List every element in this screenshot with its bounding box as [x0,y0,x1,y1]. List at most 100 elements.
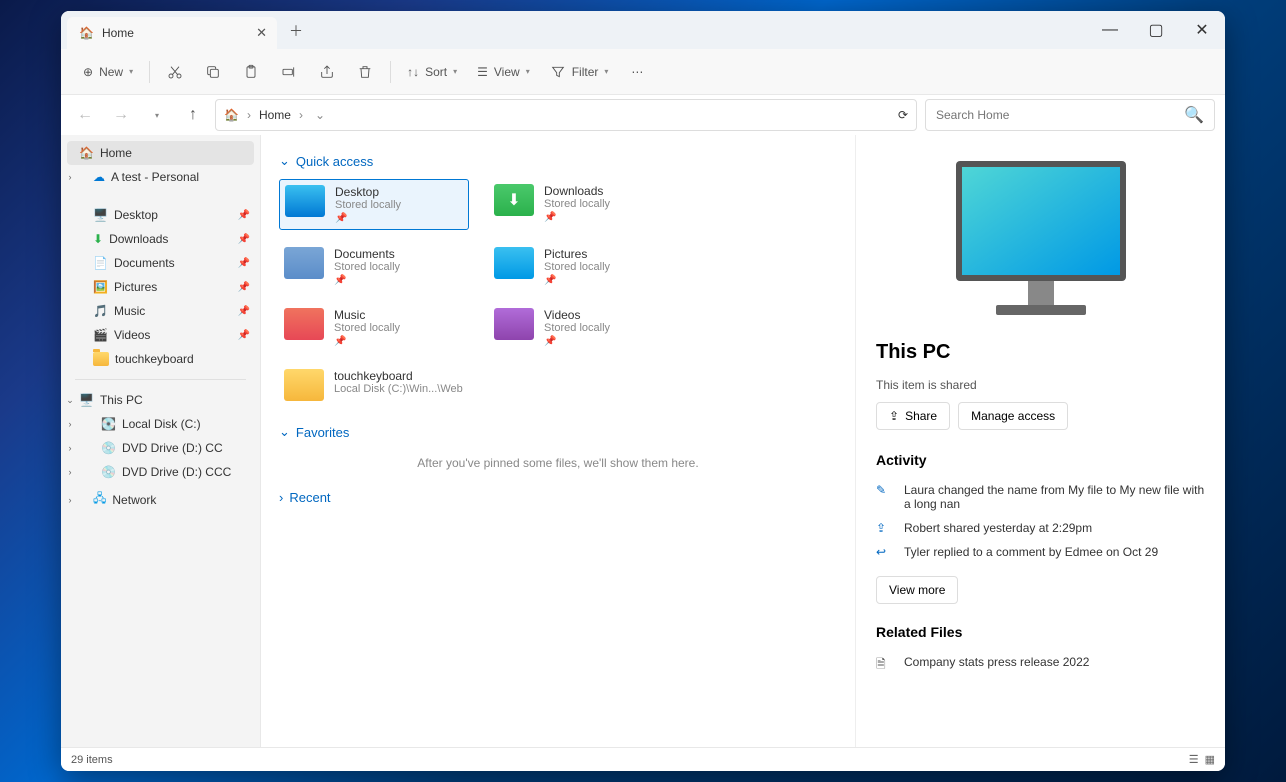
tab-title: Home [102,26,134,40]
chevron-down-icon: ▾ [155,111,159,120]
sidebar-item-pictures[interactable]: 🖼️Pictures📌 [61,275,260,299]
separator [149,61,150,83]
section-quick-access[interactable]: ⌄Quick access [279,153,837,169]
cut-button[interactable] [158,58,192,86]
activity-text: Laura changed the name from My file to M… [904,483,1205,511]
view-button[interactable]: ☰ View ▾ [469,59,538,85]
minimize-button[interactable]: — [1087,11,1133,49]
share-button[interactable]: ⇪Share [876,402,950,430]
chevron-down-icon: ⌄ [279,424,290,440]
qa-item-videos[interactable]: VideosStored locally📌 [489,303,679,352]
refresh-button[interactable]: ⟳ [898,108,908,122]
chevron-down-icon: ▾ [604,67,608,76]
forward-button[interactable]: → [107,101,135,129]
address-dropdown-icon[interactable]: ⌄ [315,108,325,122]
sidebar-label: DVD Drive (D:) CCC [122,465,231,479]
sidebar-item-downloads[interactable]: ⬇Downloads📌 [61,227,260,251]
delete-button[interactable] [348,58,382,86]
pin-icon: 📌 [238,282,250,293]
sidebar-item-dvd2[interactable]: ›💿DVD Drive (D:) CCC [61,460,260,484]
qa-item-pictures[interactable]: PicturesStored locally📌 [489,242,679,291]
collapse-icon[interactable]: ⌄ [63,395,77,406]
sidebar-item-touchkeyboard[interactable]: touchkeyboard [61,347,260,371]
status-bar: 29 items ☰ ▦ [61,747,1225,771]
sidebar-item-documents[interactable]: 📄Documents📌 [61,251,260,275]
activity-heading: Activity [876,452,1205,468]
maximize-button[interactable]: ▢ [1133,11,1179,49]
address-box[interactable]: 🏠 › Home › ⌄ ⟳ [215,99,917,131]
body: 🏠Home › ☁ A test - Personal 🖥️Desktop📌 ⬇Do… [61,135,1225,747]
recent-locations-button[interactable]: ▾ [143,101,171,129]
sort-icon: ↑↓ [407,65,419,79]
button-label: Manage access [971,409,1055,423]
qa-sub: Stored locally [334,322,400,334]
section-title: Quick access [296,154,373,169]
search-box[interactable]: 🔍 [925,99,1215,131]
sidebar-item-network[interactable]: ›🖧Network [61,484,260,515]
close-window-button[interactable]: ✕ [1179,11,1225,49]
qa-sub: Stored locally [544,261,610,273]
sidebar-item-localdisk[interactable]: ›💽Local Disk (C:) [61,412,260,436]
filter-button[interactable]: Filter ▾ [542,58,617,86]
qa-item-documents[interactable]: DocumentsStored locally📌 [279,242,469,291]
sidebar-item-home[interactable]: 🏠Home [67,141,254,165]
view-more-button[interactable]: View more [876,576,958,604]
manage-access-button[interactable]: Manage access [958,402,1068,430]
pictures-icon [494,247,534,279]
section-recent[interactable]: ›Recent [279,490,837,505]
activity-row: ✎Laura changed the name from My file to … [876,478,1205,516]
pc-icon: 🖥️ [79,393,94,407]
sidebar-item-dvd1[interactable]: ›💿DVD Drive (D:) CC [61,436,260,460]
expand-icon[interactable]: › [63,495,77,505]
sort-button[interactable]: ↑↓ Sort ▾ [399,59,465,85]
close-tab-icon[interactable]: ✕ [256,25,267,41]
back-button[interactable]: ← [71,101,99,129]
related-file-row[interactable]: 🗎Company stats press release 2022 [876,650,1205,681]
desktop-icon: 🖥️ [93,208,108,222]
expand-icon[interactable]: › [63,467,77,477]
search-input[interactable] [936,108,1176,122]
more-button[interactable]: ⋯ [620,59,654,85]
sidebar-item-thispc[interactable]: ⌄🖥️This PC [61,388,260,412]
sidebar-item-music[interactable]: 🎵Music📌 [61,299,260,323]
qa-item-music[interactable]: MusicStored locally📌 [279,303,469,352]
sidebar-label: Home [100,146,132,160]
qa-item-desktop[interactable]: DesktopStored locally📌 [279,179,469,230]
pin-icon: 📌 [544,275,610,286]
expand-icon[interactable]: › [63,419,77,429]
share-button[interactable] [310,58,344,86]
new-tab-button[interactable]: ＋ [277,13,315,49]
view-label: View [494,65,520,79]
tab-home[interactable]: 🏠 Home ✕ [67,17,277,49]
rename-button[interactable] [272,58,306,86]
monitor-icon [946,153,1136,323]
expand-icon[interactable]: › [63,443,77,453]
copy-button[interactable] [196,58,230,86]
cloud-icon: ☁ [93,170,105,184]
sidebar-item-atest[interactable]: › ☁ A test - Personal [61,165,260,189]
expand-icon[interactable]: › [63,172,77,182]
copy-icon [205,64,221,80]
section-favorites[interactable]: ⌄Favorites [279,424,837,440]
filter-label: Filter [572,65,599,79]
thumbnails-view-button[interactable]: ▦ [1205,753,1215,766]
sidebar-label: A test - Personal [111,170,199,184]
plus-circle-icon: ⊕ [83,65,93,79]
qa-item-touchkeyboard[interactable]: touchkeyboardLocal Disk (C:)\Win...\Web [279,364,469,406]
pin-icon: 📌 [238,258,250,269]
pin-icon: 📌 [238,210,250,221]
chevron-down-icon: ▾ [453,67,457,76]
sidebar-label: Pictures [114,280,157,294]
details-view-button[interactable]: ☰ [1189,753,1199,766]
new-button[interactable]: ⊕ New ▾ [75,59,141,85]
paste-button[interactable] [234,58,268,86]
sidebar-item-desktop[interactable]: 🖥️Desktop📌 [61,203,260,227]
sidebar-item-videos[interactable]: 🎬Videos📌 [61,323,260,347]
up-button[interactable]: ↑ [179,101,207,129]
qa-item-downloads[interactable]: ⬇ DownloadsStored locally📌 [489,179,679,230]
qa-sub: Stored locally [335,199,401,211]
network-icon: 🖧 [93,489,106,510]
breadcrumb-location[interactable]: Home [259,108,291,122]
pin-icon: 📌 [238,330,250,341]
videos-icon: 🎬 [93,328,108,342]
